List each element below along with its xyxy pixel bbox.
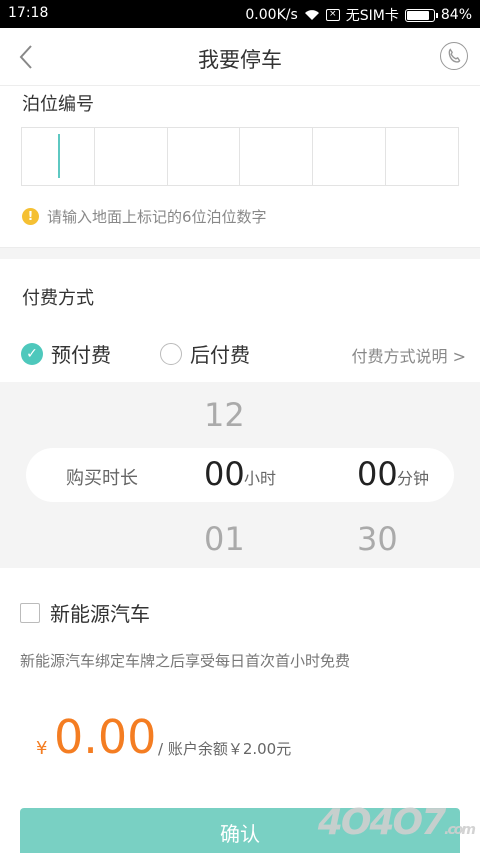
berth-digit-3[interactable] [168, 128, 241, 185]
currency-symbol: ¥ [36, 738, 48, 759]
battery-icon [404, 8, 438, 22]
duration-picker[interactable]: 12 购买时长 00 小时 00 分钟 01 30 [0, 382, 480, 568]
berth-hint: ! 请输入地面上标记的6位泊位数字 [22, 206, 267, 227]
picker-selection: 购买时长 00 小时 00 分钟 [26, 448, 454, 502]
duration-label: 购买时长 [66, 468, 138, 489]
section-divider [0, 247, 480, 259]
berth-digit-4[interactable] [240, 128, 314, 185]
network-speed: 0.00K/s [245, 7, 298, 23]
postpay-label: 后付费 [190, 343, 250, 367]
text-cursor [58, 134, 60, 178]
berth-hint-text: 请输入地面上标记的6位泊位数字 [47, 208, 267, 226]
minutes-selected[interactable]: 00 [357, 455, 398, 493]
status-bar: 17:18 0.00K/s × 无SIM卡 84% [0, 0, 480, 28]
check-circle-icon: ✓ [21, 342, 43, 365]
minutes-unit: 分钟 [397, 469, 430, 488]
new-energy-description: 新能源汽车绑定车牌之后享受每日首次首小时免费 [20, 652, 351, 670]
watermark-suffix: .com [444, 822, 476, 838]
watermark-text: 4O4O7 [317, 802, 446, 843]
status-right: 0.00K/s × 无SIM卡 84% [245, 5, 472, 25]
new-energy-checkbox[interactable] [20, 602, 40, 623]
price-amount: 0.00 [54, 710, 157, 764]
hours-unit: 小时 [244, 469, 277, 488]
account-balance: / 账户余额￥2.00元 [158, 740, 292, 758]
warning-icon: ! [22, 208, 39, 225]
berth-code-input[interactable] [21, 127, 459, 186]
watermark-logo: 4O4O7.com [317, 802, 476, 843]
new-energy-checkbox-row[interactable]: 新能源汽车 [20, 598, 150, 627]
radio-postpay[interactable]: 后付费 [160, 339, 250, 368]
payment-label: 付费方式 [22, 288, 94, 309]
status-time: 17:18 [8, 5, 49, 21]
berth-label: 泊位编号 [22, 94, 94, 115]
nav-bar: 我要停车 [0, 28, 480, 86]
berth-digit-6[interactable] [386, 128, 458, 185]
page-title: 我要停车 [198, 48, 282, 72]
payment-explain-link[interactable]: 付费方式说明 > [352, 343, 467, 367]
circle-icon [160, 342, 182, 365]
phone-icon[interactable] [440, 42, 468, 70]
new-energy-label: 新能源汽车 [50, 602, 150, 626]
hours-below[interactable]: 01 [204, 520, 245, 558]
berth-digit-1[interactable] [22, 128, 95, 185]
berth-digit-5[interactable] [313, 128, 387, 185]
hours-above[interactable]: 12 [204, 396, 245, 434]
wifi-icon [304, 10, 319, 20]
berth-digit-2[interactable] [95, 128, 168, 185]
payment-options: ✓ 预付费 后付费 付费方式说明 > [0, 335, 480, 367]
radio-prepay[interactable]: ✓ 预付费 [21, 339, 111, 368]
sim-status: 无SIM卡 [345, 8, 399, 24]
battery-percent: 84% [440, 7, 472, 23]
minutes-below[interactable]: 30 [357, 520, 398, 558]
prepay-label: 预付费 [51, 343, 111, 367]
no-sim-icon: × [325, 9, 340, 21]
hours-selected[interactable]: 00 [204, 455, 245, 493]
